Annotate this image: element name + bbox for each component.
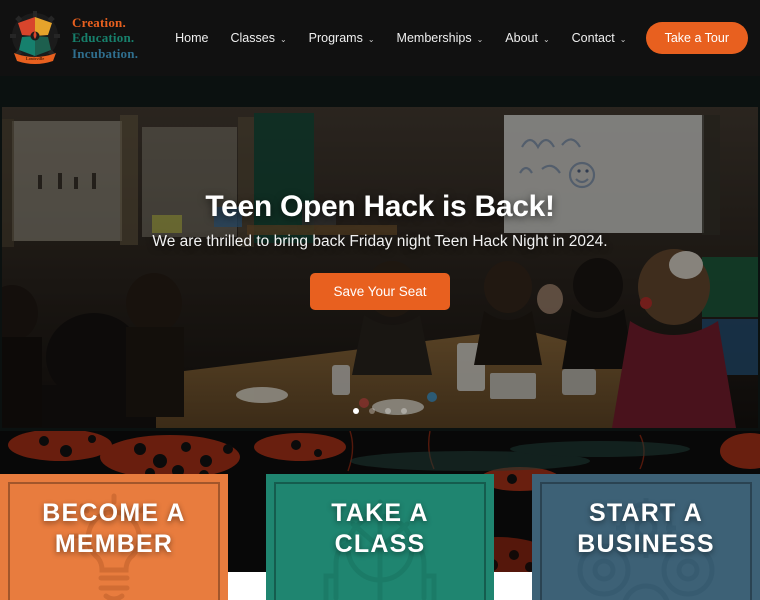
- nav-item-programs[interactable]: Programs ⌄: [298, 25, 386, 51]
- card-take-a-class[interactable]: TAKE A CLASS: [266, 474, 494, 600]
- main-navigation: Home Classes ⌄ Programs ⌄ Memberships ⌄ …: [164, 25, 713, 51]
- chevron-down-icon: ⌄: [367, 34, 375, 44]
- card-title-business: START A BUSINESS: [577, 498, 714, 559]
- card-title-line2: MEMBER: [54, 529, 174, 558]
- cta-cards-row: BECOME A MEMBER TAKE A CLASS START A BUS…: [0, 474, 760, 600]
- cta-cards-section: BECOME A MEMBER TAKE A CLASS START A BUS…: [0, 431, 760, 600]
- hero-subtitle: We are thrilled to bring back Friday nig…: [152, 232, 608, 250]
- site-header: Louisville Creation. Education. Incubati…: [0, 0, 760, 76]
- carousel-dot-4[interactable]: [401, 408, 407, 414]
- chevron-down-icon: ⌄: [279, 34, 287, 44]
- nav-label-programs: Programs: [308, 31, 363, 45]
- brand-line-creation: Creation.: [72, 15, 126, 30]
- nav-label-home: Home: [175, 31, 209, 45]
- carousel-dot-2[interactable]: [369, 408, 375, 414]
- chevron-down-icon: ⌄: [542, 34, 550, 44]
- card-start-a-business[interactable]: START A BUSINESS: [532, 474, 760, 600]
- nav-label-contact: Contact: [571, 31, 615, 45]
- gear-emblem-logo: Louisville: [8, 11, 62, 65]
- brand-tagline: Creation. Education. Incubation.: [72, 15, 138, 61]
- nav-label-about: About: [505, 31, 538, 45]
- chevron-down-icon: ⌄: [619, 34, 627, 44]
- nav-label-classes: Classes: [230, 31, 275, 45]
- save-your-seat-button[interactable]: Save Your Seat: [310, 272, 450, 310]
- nav-item-home[interactable]: Home: [164, 25, 219, 51]
- card-title-class: TAKE A CLASS: [331, 498, 428, 559]
- carousel-dots: [2, 408, 758, 414]
- take-a-tour-button[interactable]: Take a Tour: [645, 22, 748, 54]
- nav-label-memberships: Memberships: [396, 31, 472, 45]
- card-title-line1: START A: [589, 499, 703, 527]
- carousel-dot-1[interactable]: [353, 408, 359, 414]
- card-title-member: BECOME A MEMBER: [42, 498, 185, 559]
- card-title-line1: TAKE A: [331, 499, 429, 527]
- hero-title: Teen Open Hack is Back!: [205, 189, 555, 223]
- brand-line-incubation: Incubation.: [72, 45, 139, 61]
- card-title-line2: BUSINESS: [577, 529, 715, 558]
- carousel-dot-3[interactable]: [385, 408, 391, 414]
- brand-line-education: Education.: [72, 30, 135, 46]
- nav-item-contact[interactable]: Contact ⌄: [561, 25, 638, 51]
- chevron-down-icon: ⌄: [476, 34, 484, 44]
- card-title-line2: CLASS: [334, 529, 426, 558]
- hero-content: Teen Open Hack is Back! We are thrilled …: [2, 107, 758, 428]
- hero-carousel[interactable]: Teen Open Hack is Back! We are thrilled …: [2, 107, 758, 428]
- svg-text:Louisville: Louisville: [26, 56, 44, 61]
- nav-item-about[interactable]: About ⌄: [494, 25, 560, 51]
- nav-item-classes[interactable]: Classes ⌄: [219, 25, 297, 51]
- card-become-a-member[interactable]: BECOME A MEMBER: [0, 474, 228, 600]
- nav-item-memberships[interactable]: Memberships ⌄: [386, 25, 495, 51]
- card-title-line1: BECOME A: [42, 499, 186, 527]
- brand-logo[interactable]: Louisville Creation. Education. Incubati…: [0, 11, 138, 65]
